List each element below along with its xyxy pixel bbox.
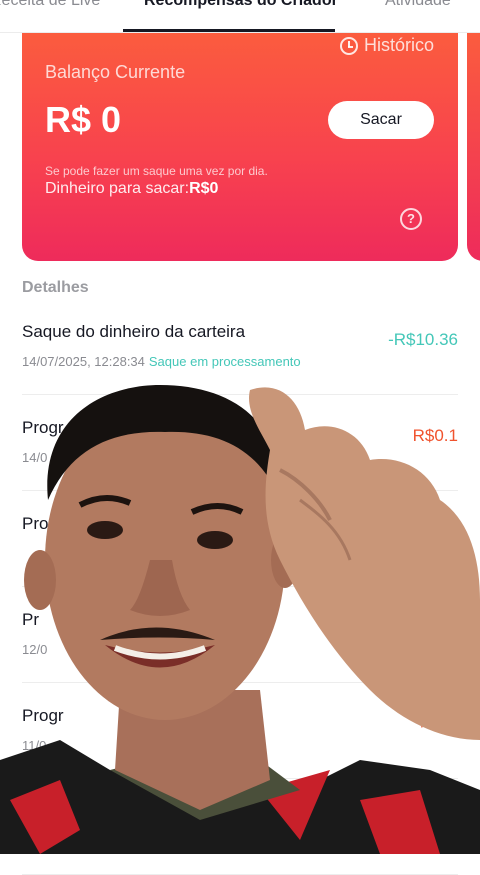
transaction-title: Pro — [22, 514, 49, 533]
tab-activity[interactable]: Atividade — [385, 0, 451, 10]
transaction-amount: +R$0 — [416, 714, 458, 733]
history-link[interactable]: Histórico — [339, 35, 434, 56]
balance-label: Balanço Currente — [45, 62, 186, 82]
tab-bar: Receita de Live Recompensas do Criador A… — [0, 0, 480, 33]
next-card-peek[interactable] — [467, 33, 480, 261]
transaction-amount: R$0.26 — [403, 808, 458, 827]
transaction-date: 14/07/2025, 12:28:34 — [22, 354, 145, 369]
active-tab-indicator — [123, 29, 335, 32]
balance-value: R$ 0 — [45, 99, 122, 140]
transaction-row[interactable]: R$0.26 — [22, 778, 458, 875]
withdraw-limit-note: Se pode fazer um saque uma vez por dia. — [45, 164, 268, 178]
transaction-meta: 14/07/2025, 12:28:34 Saque em processamen… — [22, 354, 301, 369]
transaction-row[interactable]: Pr 12/0 — [22, 586, 458, 683]
cashout-button[interactable]: Sacar — [328, 101, 434, 139]
transaction-status: Saque em processamento — [148, 354, 301, 369]
transaction-title: Progr — [22, 418, 64, 437]
tab-live-revenue[interactable]: Receita de Live — [0, 0, 100, 10]
transaction-title: Pr — [22, 610, 39, 629]
withdrawable-label: Dinheiro para sacar: — [45, 180, 190, 197]
transaction-row[interactable]: Progr 14/0 R$0.1 — [22, 394, 458, 491]
balance-card: Histórico Balanço Currente R$ 0 Sacar Se… — [22, 33, 458, 261]
transaction-row[interactable]: Saque do dinheiro da carteira 14/07/2025… — [22, 298, 458, 395]
transaction-date: 12/0 — [22, 642, 48, 657]
details-heading: Detalhes — [22, 279, 89, 296]
transaction-title: Saque do dinheiro da carteira — [22, 322, 246, 341]
help-icon[interactable]: ? — [400, 208, 422, 230]
transaction-row[interactable]: Pro — [22, 490, 458, 587]
transaction-amount: -R$10.36 — [388, 330, 458, 349]
transaction-row[interactable]: Progr 11/0 +R$0 — [22, 682, 458, 779]
transaction-date: 11/0 — [22, 738, 47, 753]
withdrawable-amount: Dinheiro para sacar:R$0 — [45, 180, 218, 198]
clock-icon — [339, 36, 358, 55]
tab-creator-rewards[interactable]: Recompensas do Criador — [144, 0, 338, 10]
history-label: Histórico — [363, 35, 434, 55]
transaction-date: 14/0 — [22, 450, 48, 465]
transaction-title: Progr — [22, 706, 64, 725]
transaction-amount: R$0.1 — [412, 426, 458, 445]
withdrawable-value: R$0 — [189, 180, 219, 197]
